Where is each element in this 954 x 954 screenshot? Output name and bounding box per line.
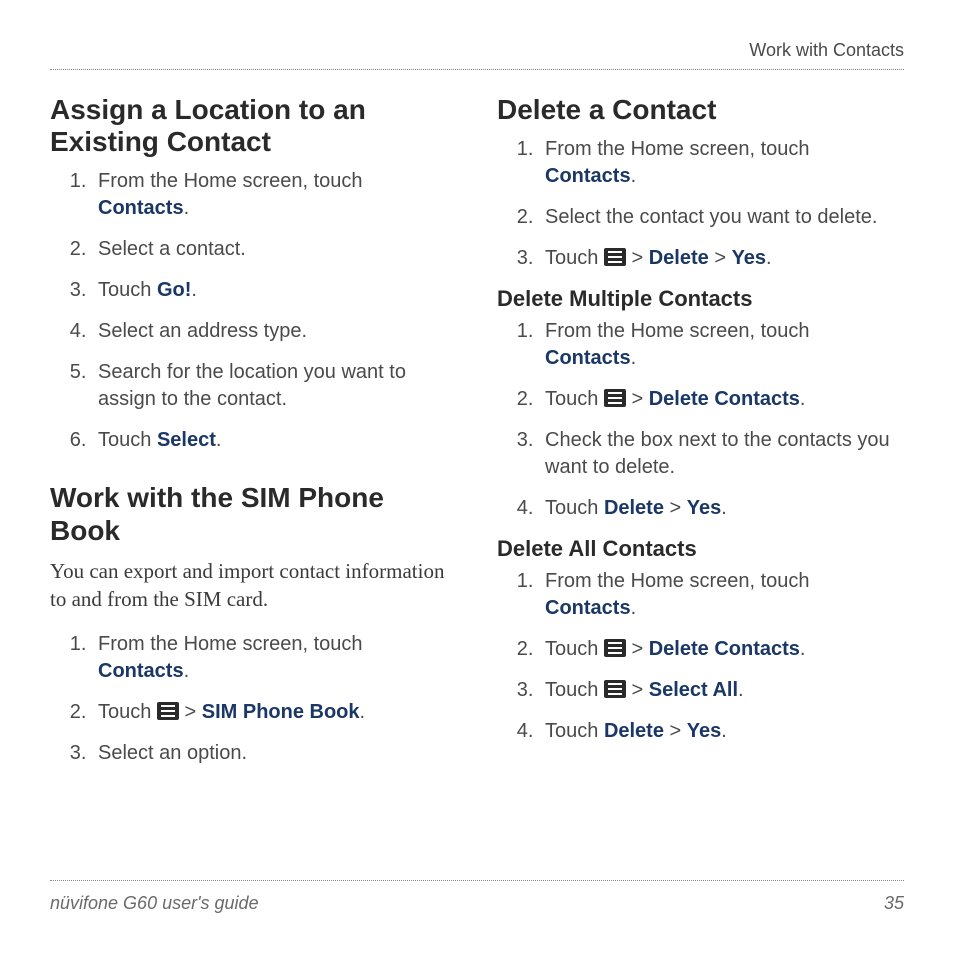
link-select: Select: [157, 429, 216, 451]
link-contacts: Contacts: [545, 597, 631, 619]
page-header: Work with Contacts: [50, 40, 904, 70]
link-contacts: Contacts: [98, 197, 184, 219]
menu-icon: [157, 702, 179, 720]
page-footer: nüvifone G60 user's guide 35: [50, 880, 904, 914]
link-go: Go!: [157, 279, 191, 301]
menu-icon: [604, 680, 626, 698]
list-item: Select an address type.: [92, 318, 457, 345]
menu-icon: [604, 248, 626, 266]
footer-page-number: 35: [884, 893, 904, 914]
steps-delete-all: From the Home screen, touch Contacts. To…: [497, 568, 904, 745]
menu-icon: [604, 389, 626, 407]
intro-sim-phone-book: You can export and import contact inform…: [50, 557, 457, 614]
link-delete: Delete: [649, 247, 709, 269]
menu-icon: [604, 639, 626, 657]
link-contacts: Contacts: [545, 347, 631, 369]
heading-delete-all: Delete All Contacts: [497, 536, 904, 562]
link-delete: Delete: [604, 497, 664, 519]
footer-guide-name: nüvifone G60 user's guide: [50, 893, 259, 914]
steps-delete-contact: From the Home screen, touch Contacts. Se…: [497, 136, 904, 272]
list-item: Touch Delete > Yes.: [539, 718, 904, 745]
list-item: Touch > Delete Contacts.: [539, 636, 904, 663]
list-item: Touch Go!.: [92, 277, 457, 304]
link-sim-phone-book: SIM Phone Book: [202, 701, 360, 723]
list-item: From the Home screen, touch Contacts.: [539, 568, 904, 622]
content-columns: Assign a Location to an Existing Contact…: [50, 94, 904, 781]
heading-assign-location: Assign a Location to an Existing Contact: [50, 94, 457, 158]
heading-delete-contact: Delete a Contact: [497, 94, 904, 126]
list-item: Check the box next to the contacts you w…: [539, 427, 904, 481]
list-item: Search for the location you want to assi…: [92, 359, 457, 413]
list-item: Touch Delete > Yes.: [539, 495, 904, 522]
list-item: Touch > Delete > Yes.: [539, 245, 904, 272]
steps-sim-phone-book: From the Home screen, touch Contacts. To…: [50, 631, 457, 767]
section-title: Work with Contacts: [749, 40, 904, 60]
link-yes: Yes: [687, 497, 721, 519]
right-column: Delete a Contact From the Home screen, t…: [497, 94, 904, 781]
list-item: From the Home screen, touch Contacts.: [539, 136, 904, 190]
list-item: Touch > Delete Contacts.: [539, 386, 904, 413]
link-contacts: Contacts: [545, 165, 631, 187]
link-delete-contacts: Delete Contacts: [649, 638, 800, 660]
steps-assign-location: From the Home screen, touch Contacts. Se…: [50, 168, 457, 454]
heading-sim-phone-book: Work with the SIM Phone Book: [50, 482, 457, 546]
link-select-all: Select All: [649, 679, 738, 701]
link-delete: Delete: [604, 720, 664, 742]
list-item: Select the contact you want to delete.: [539, 204, 904, 231]
heading-delete-multiple: Delete Multiple Contacts: [497, 286, 904, 312]
link-yes: Yes: [687, 720, 721, 742]
list-item: From the Home screen, touch Contacts.: [92, 631, 457, 685]
left-column: Assign a Location to an Existing Contact…: [50, 94, 457, 781]
steps-delete-multiple: From the Home screen, touch Contacts. To…: [497, 318, 904, 522]
link-contacts: Contacts: [98, 660, 184, 682]
list-item: Touch > Select All.: [539, 677, 904, 704]
link-yes: Yes: [732, 247, 766, 269]
list-item: Select a contact.: [92, 236, 457, 263]
list-item: Touch > SIM Phone Book.: [92, 699, 457, 726]
list-item: From the Home screen, touch Contacts.: [92, 168, 457, 222]
list-item: Select an option.: [92, 740, 457, 767]
list-item: Touch Select.: [92, 427, 457, 454]
link-delete-contacts: Delete Contacts: [649, 388, 800, 410]
list-item: From the Home screen, touch Contacts.: [539, 318, 904, 372]
